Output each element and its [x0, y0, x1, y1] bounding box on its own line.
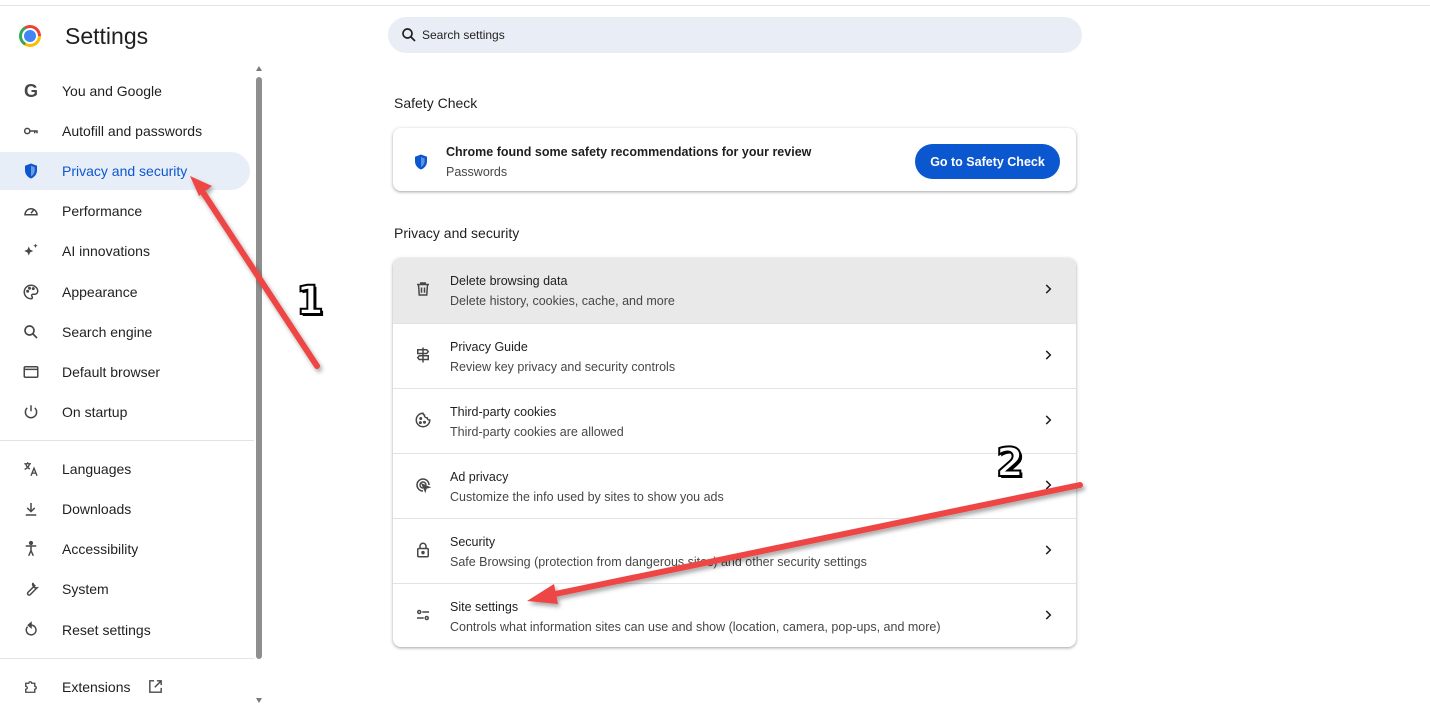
row-title: Ad privacy: [450, 470, 509, 484]
sidebar-item-downloads[interactable]: Downloads: [0, 490, 250, 528]
sidebar-item-extensions[interactable]: Extensions: [0, 668, 250, 705]
sidebar-item-label: Extensions: [62, 679, 131, 695]
sidebar-divider: [0, 440, 254, 441]
reset-icon: [21, 620, 41, 640]
sidebar-item-system[interactable]: System: [0, 570, 250, 608]
shield-icon: [21, 161, 41, 181]
row-subtitle: Safe Browsing (protection from dangerous…: [450, 555, 867, 569]
sidebar-item-privacy-and-security[interactable]: Privacy and security: [0, 152, 250, 190]
sidebar-item-accessibility[interactable]: Accessibility: [0, 530, 250, 568]
row-title: Third-party cookies: [450, 405, 557, 419]
row-subtitle: Controls what information sites can use …: [450, 620, 941, 634]
row-title: Site settings: [450, 600, 519, 614]
sidebar-item-search-engine[interactable]: Search engine: [0, 313, 250, 351]
sidebar-item-label: Downloads: [62, 501, 132, 517]
sidebar-item-languages[interactable]: Languages: [0, 450, 250, 488]
privacy-security-card: Delete browsing data Delete history, coo…: [393, 258, 1076, 647]
sidebar-item-ai-innovations[interactable]: AI innovations: [0, 232, 250, 270]
accessibility-icon: [21, 539, 41, 559]
sidebar-item-label: Appearance: [62, 284, 138, 300]
puzzle-icon: [21, 677, 41, 697]
sidebar-item-reset-settings[interactable]: Reset settings: [0, 611, 250, 649]
sidebar-item-label: Reset settings: [62, 622, 151, 638]
scrollbar-down-arrow[interactable]: [256, 698, 262, 703]
sidebar-divider: [0, 658, 254, 659]
download-icon: [21, 499, 41, 519]
row-subtitle: Third-party cookies are allowed: [450, 425, 624, 439]
sidebar-item-label: On startup: [62, 404, 128, 420]
row-title: Delete browsing data: [450, 274, 568, 288]
sidebar-item-autofill[interactable]: Autofill and passwords: [0, 112, 250, 150]
safety-check-card: Chrome found some safety recommendations…: [393, 128, 1076, 191]
wrench-icon: [21, 579, 41, 599]
row-subtitle: Review key privacy and security controls: [450, 360, 676, 374]
sparkle-icon: [21, 241, 41, 261]
sidebar-item-you-and-google[interactable]: G You and Google: [0, 72, 250, 110]
search-icon: [21, 322, 41, 342]
row-privacy-guide[interactable]: Privacy Guide Review key privacy and sec…: [393, 323, 1076, 388]
chrome-logo-icon: [19, 25, 41, 47]
sidebar-item-label: Default browser: [62, 364, 161, 380]
sidebar-item-label: System: [62, 581, 109, 597]
speedometer-icon: [21, 201, 41, 221]
row-site-settings[interactable]: Site settings Controls what information …: [393, 583, 1076, 647]
sidebar-item-label: AI innovations: [62, 243, 150, 259]
row-title: Security: [450, 535, 496, 549]
sidebar-item-label: Autofill and passwords: [62, 123, 203, 139]
sidebar-item-on-startup[interactable]: On startup: [0, 393, 250, 431]
safety-check-title: Chrome found some safety recommendations…: [446, 145, 812, 159]
sidebar-item-appearance[interactable]: Appearance: [0, 273, 250, 311]
search-bar[interactable]: [388, 17, 1082, 53]
safety-check-subtitle: Passwords: [446, 165, 508, 179]
go-to-safety-check-button[interactable]: Go to Safety Check: [915, 144, 1060, 179]
annotation-step-2: 2: [995, 439, 1025, 487]
google-g-icon: G: [23, 80, 38, 101]
sidebar-item-label: Search engine: [62, 324, 153, 340]
top-border: [0, 0, 1430, 6]
chevron-right-icon: [1045, 350, 1052, 360]
signpost-icon: [414, 346, 432, 364]
sidebar-item-label: You and Google: [62, 83, 162, 99]
translate-icon: [21, 459, 41, 479]
shield-check-icon: [415, 154, 427, 170]
cookie-icon: [414, 411, 432, 429]
browser-window-icon: [21, 362, 41, 382]
ad-privacy-icon: [414, 476, 432, 494]
row-delete-browsing-data[interactable]: Delete browsing data Delete history, coo…: [393, 258, 1076, 323]
power-icon: [21, 402, 41, 422]
sidebar-scrollbar-thumb[interactable]: [256, 77, 262, 659]
chevron-right-icon: [1045, 545, 1052, 555]
sidebar-item-label: Languages: [62, 461, 132, 477]
scrollbar-up-arrow[interactable]: [256, 66, 262, 71]
row-third-party-cookies[interactable]: Third-party cookies Third-party cookies …: [393, 388, 1076, 453]
search-icon: [402, 28, 416, 42]
chevron-right-icon: [1045, 480, 1052, 490]
chevron-right-icon: [1045, 610, 1052, 620]
sidebar-item-default-browser[interactable]: Default browser: [0, 353, 250, 391]
tune-icon: [414, 606, 432, 624]
safety-check-heading: Safety Check: [394, 95, 478, 111]
lock-icon: [414, 541, 432, 559]
row-subtitle: Delete history, cookies, cache, and more: [450, 294, 675, 308]
key-icon: [21, 121, 41, 141]
chevron-right-icon: [1045, 415, 1052, 425]
row-ad-privacy[interactable]: Ad privacy Customize the info used by si…: [393, 453, 1076, 518]
row-security[interactable]: Security Safe Browsing (protection from …: [393, 518, 1076, 583]
annotation-step-1: 1: [295, 277, 325, 325]
open-in-new-icon: [147, 678, 164, 695]
sidebar-item-label: Performance: [62, 203, 143, 219]
chevron-right-icon: [1045, 284, 1052, 294]
palette-icon: [21, 282, 41, 302]
sidebar-item-label: Privacy and security: [62, 163, 188, 179]
search-input[interactable]: [422, 17, 1062, 53]
row-title: Privacy Guide: [450, 340, 528, 354]
sidebar-item-performance[interactable]: Performance: [0, 192, 250, 230]
privacy-security-heading: Privacy and security: [394, 225, 520, 241]
page-title: Settings: [65, 23, 149, 49]
row-subtitle: Customize the info used by sites to show…: [450, 490, 724, 504]
trash-icon: [414, 280, 432, 298]
sidebar-item-label: Accessibility: [62, 541, 139, 557]
